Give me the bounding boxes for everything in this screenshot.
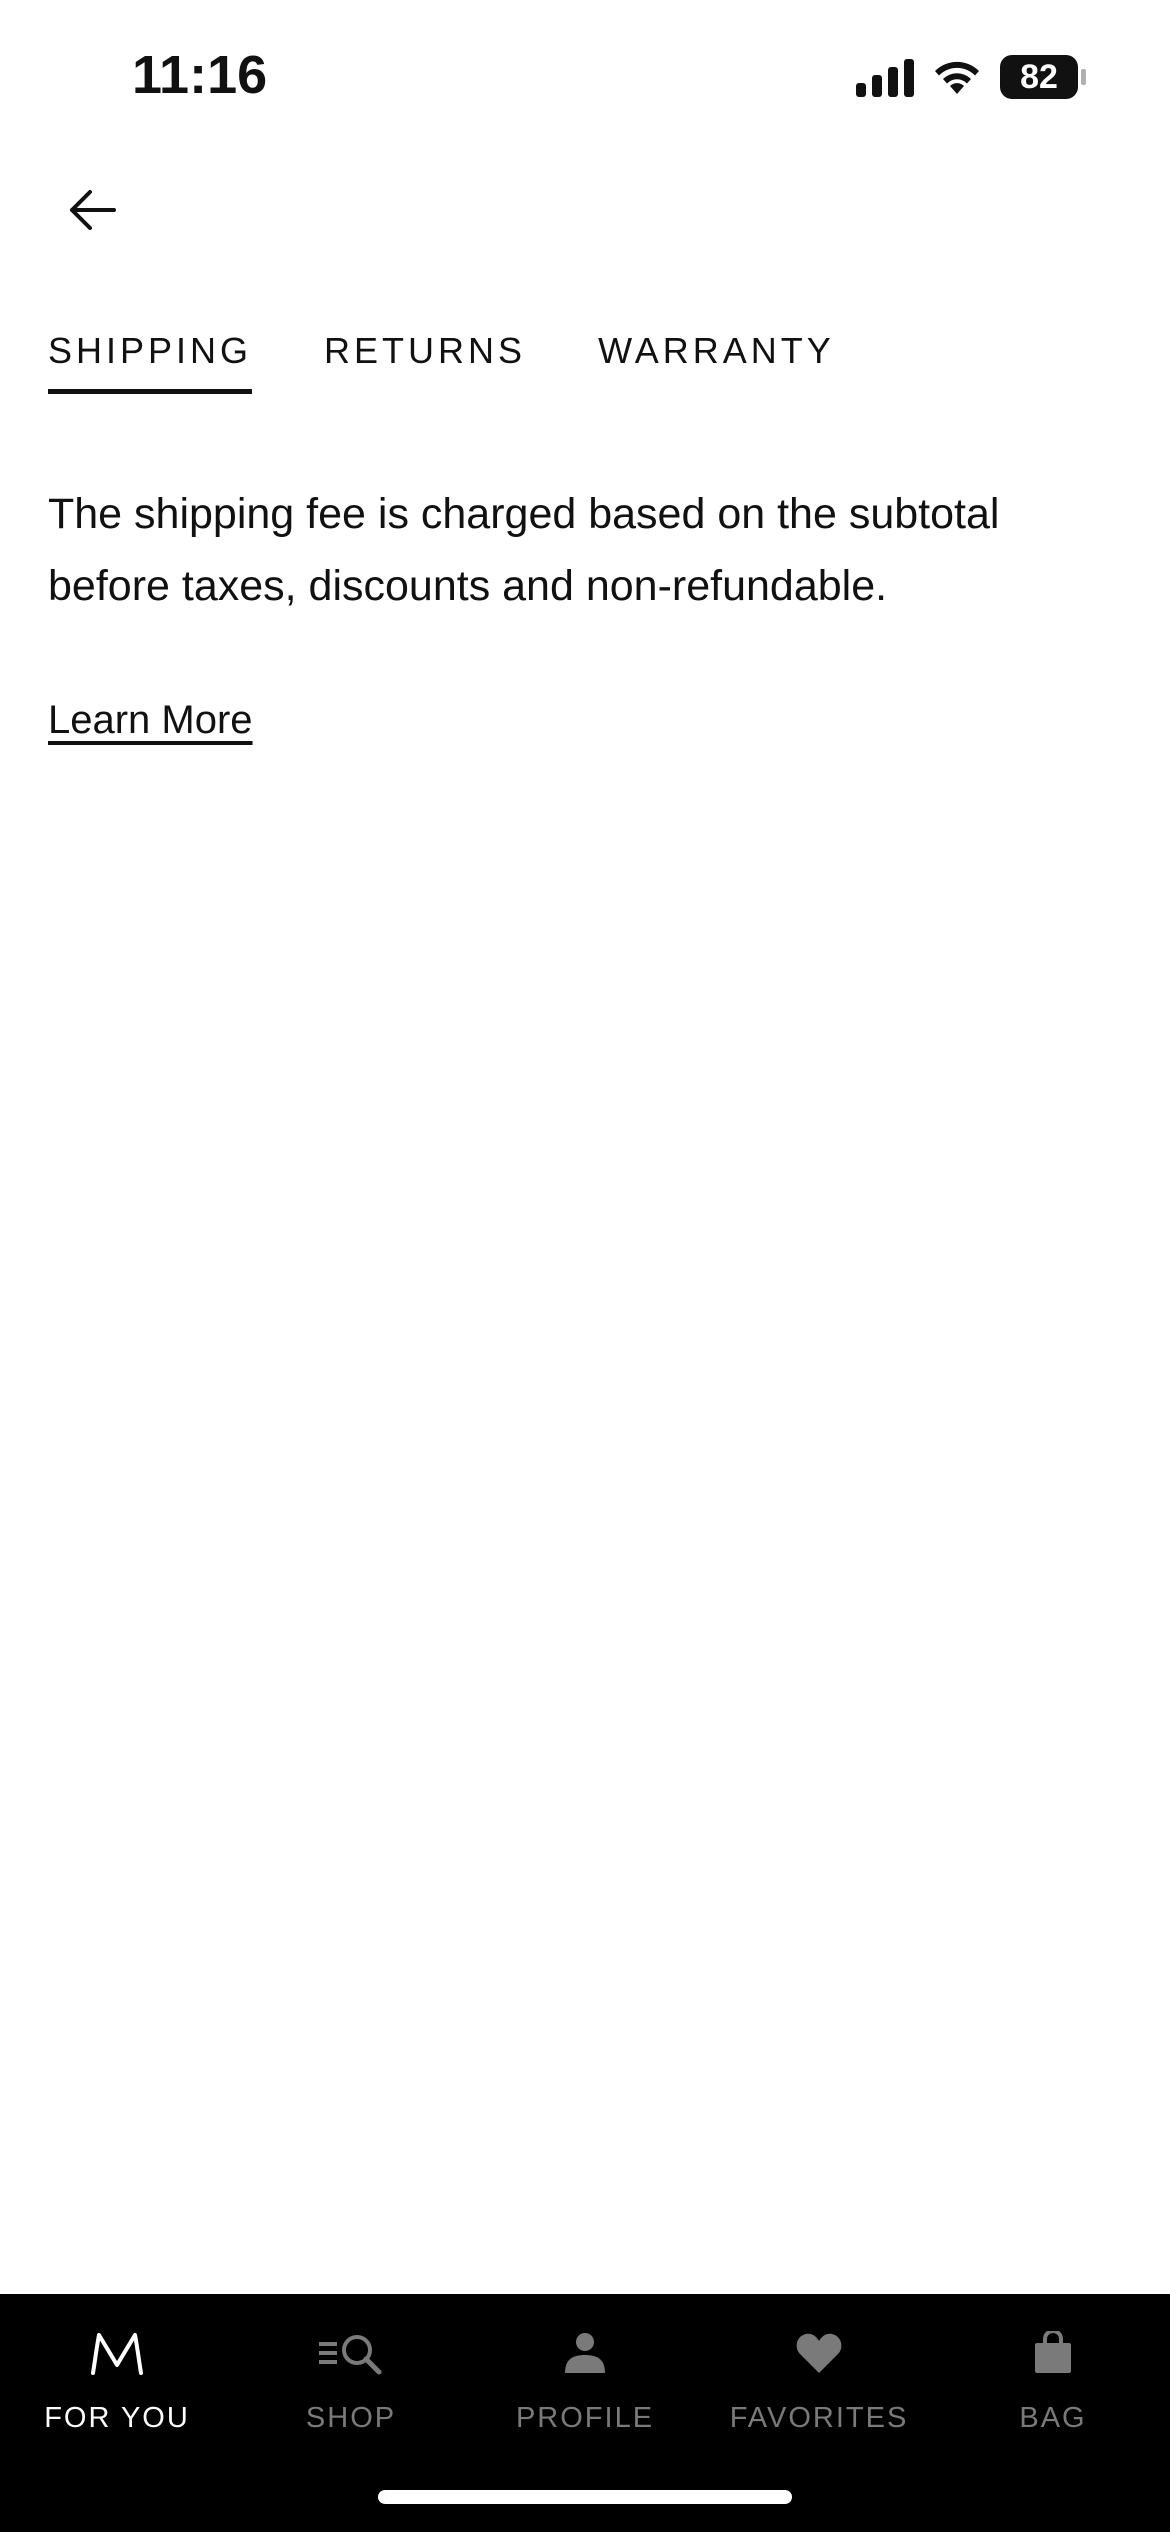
profile-icon bbox=[563, 2318, 607, 2388]
shipping-info-screen: 11:16 82 SHIPPING RETURNS WARRANTY The s… bbox=[0, 0, 1170, 2532]
tab-shipping[interactable]: SHIPPING bbox=[48, 330, 253, 394]
shipping-description: The shipping fee is charged based on the… bbox=[48, 490, 1000, 610]
bag-icon bbox=[1033, 2318, 1073, 2388]
battery-icon: 82 bbox=[1000, 55, 1088, 99]
nav-label-profile: PROFILE bbox=[515, 2402, 655, 2434]
status-icons: 82 bbox=[856, 54, 1088, 100]
cellular-signal-icon bbox=[856, 57, 914, 97]
bottom-nav-bar: FOR YOU SHOP PROFILE FAVORITES BAG bbox=[0, 2294, 1170, 2532]
nav-label-shop: SHOP bbox=[305, 2402, 397, 2434]
status-bar: 11:16 82 bbox=[0, 0, 1170, 150]
status-time: 11:16 bbox=[132, 45, 268, 105]
shop-search-icon bbox=[317, 2318, 385, 2388]
home-indicator bbox=[378, 2490, 792, 2504]
tab-returns[interactable]: RETURNS bbox=[324, 330, 526, 394]
nav-shop[interactable]: SHOP bbox=[234, 2318, 468, 2454]
tab-content: The shipping fee is charged based on the… bbox=[48, 478, 1128, 743]
tab-warranty[interactable]: WARRANTY bbox=[598, 330, 835, 394]
nav-label-favorites: FAVORITES bbox=[729, 2402, 909, 2434]
info-tabs: SHIPPING RETURNS WARRANTY bbox=[48, 330, 835, 394]
wifi-icon bbox=[932, 58, 982, 96]
nav-profile[interactable]: PROFILE bbox=[468, 2318, 702, 2454]
nav-label-for-you: FOR YOU bbox=[44, 2402, 190, 2434]
learn-more-link[interactable]: Learn More bbox=[48, 698, 253, 743]
nav-label-bag: BAG bbox=[1019, 2402, 1087, 2434]
nav-for-you[interactable]: FOR YOU bbox=[0, 2318, 234, 2454]
heart-icon bbox=[795, 2318, 843, 2388]
battery-level: 82 bbox=[1020, 57, 1058, 96]
nav-favorites[interactable]: FAVORITES bbox=[702, 2318, 936, 2454]
arrow-left-icon bbox=[70, 190, 116, 230]
m-logo-icon bbox=[89, 2318, 145, 2388]
nav-bag[interactable]: BAG bbox=[936, 2318, 1170, 2454]
back-button[interactable] bbox=[52, 170, 132, 250]
